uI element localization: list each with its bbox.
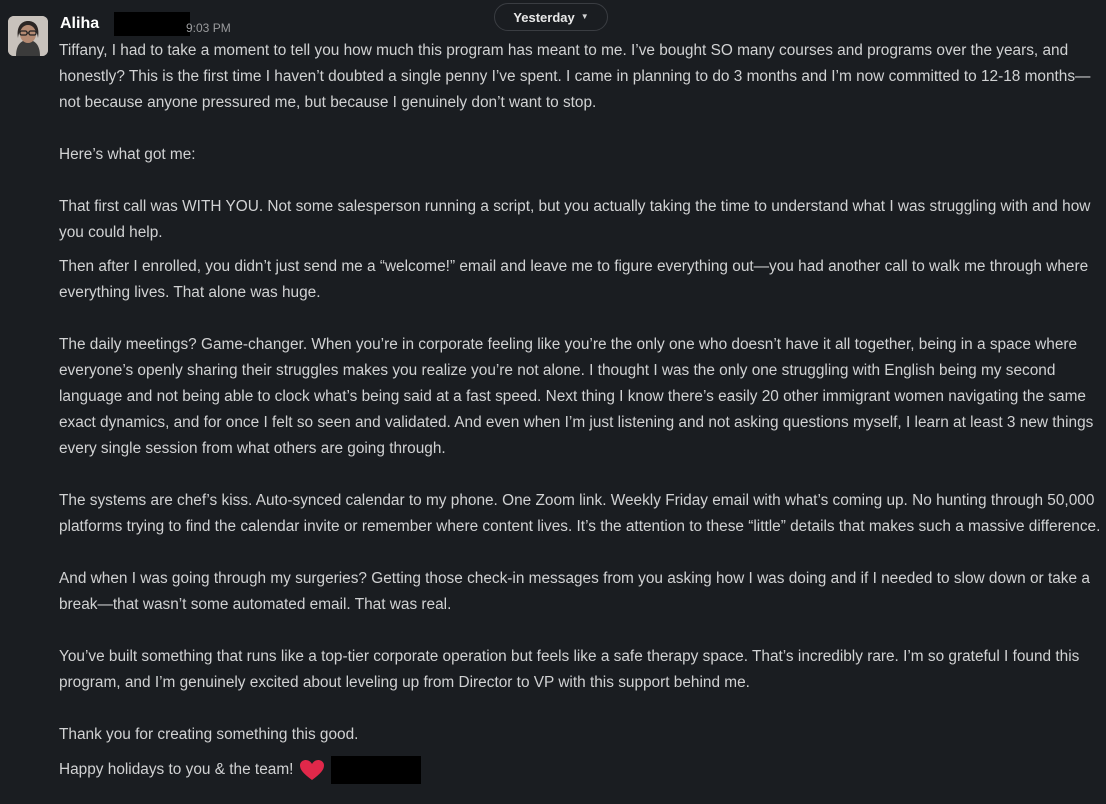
message-paragraph: Then after I enrolled, you didn’t just s… xyxy=(59,258,1089,301)
message-paragraph: You’ve built something that runs like a … xyxy=(59,648,1080,691)
user-avatar-icon xyxy=(8,16,48,56)
redacted-surname xyxy=(114,12,190,36)
message-paragraph: The daily meetings? Game-changer. When y… xyxy=(59,336,1094,457)
date-divider-label: Yesterday xyxy=(513,9,575,25)
message-paragraph: Thank you for creating something this go… xyxy=(59,726,359,743)
chat-message: Aliha 9:03 PM Yesterday ▼ Tiffany, I had… xyxy=(0,0,1106,804)
message-paragraph: That first call was WITH YOU. Not some s… xyxy=(59,198,1091,241)
message-paragraph: The systems are chef’s kiss. Auto-synced… xyxy=(59,492,1101,535)
avatar[interactable] xyxy=(8,16,48,56)
date-divider-button[interactable]: Yesterday ▼ xyxy=(494,3,608,31)
red-heart-emoji-icon xyxy=(299,759,325,781)
message-body: Tiffany, I had to take a moment to tell … xyxy=(59,38,1103,784)
redacted-signature xyxy=(331,756,422,784)
message-paragraph: And when I was going through my surgerie… xyxy=(59,570,1090,613)
message-paragraph: Here’s what got me: xyxy=(59,146,196,163)
chevron-down-icon: ▼ xyxy=(580,12,589,21)
sender-name[interactable]: Aliha xyxy=(60,14,99,34)
closing-line: Happy holidays to you & the team! xyxy=(59,756,1103,784)
message-paragraph: Happy holidays to you & the team! xyxy=(59,761,294,778)
message-paragraph: Tiffany, I had to take a moment to tell … xyxy=(59,42,1091,111)
message-timestamp[interactable]: 9:03 PM xyxy=(186,21,231,35)
